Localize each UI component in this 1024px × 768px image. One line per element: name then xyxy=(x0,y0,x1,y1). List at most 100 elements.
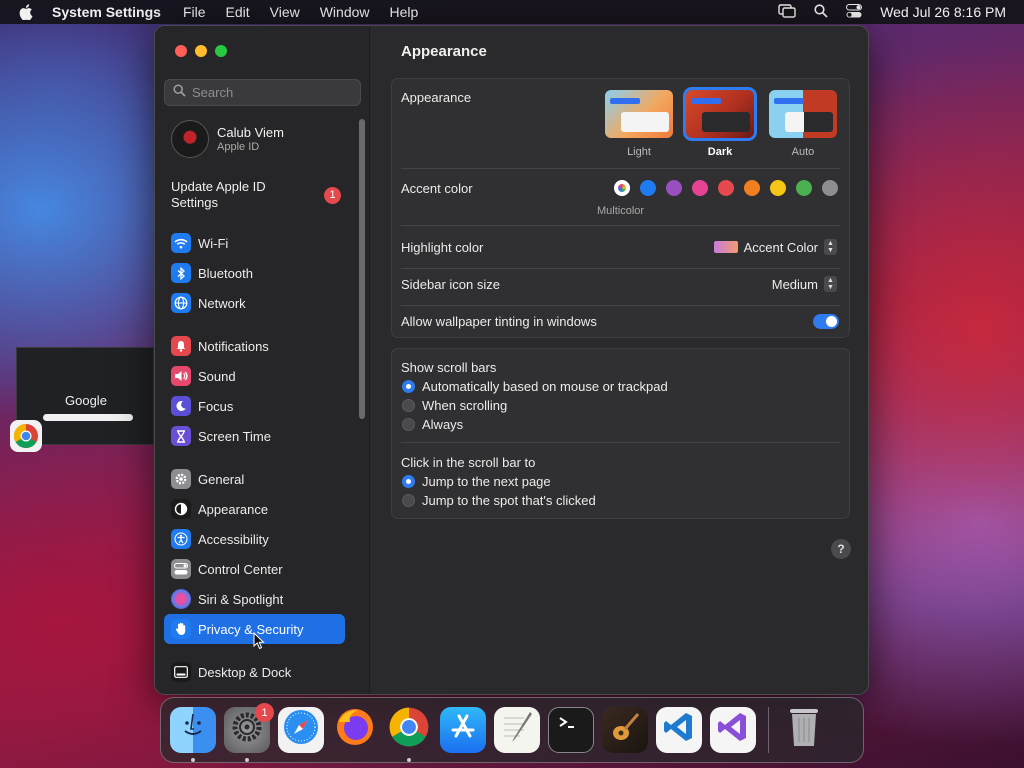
radio-scroll-automatic[interactable]: Automatically based on mouse or trackpad xyxy=(402,379,668,394)
sidebar-item-notifications[interactable]: Notifications xyxy=(164,331,345,361)
dock-app-visual-studio[interactable] xyxy=(710,707,756,753)
accent-orange-swatch[interactable] xyxy=(744,180,760,196)
accent-green-swatch[interactable] xyxy=(796,180,812,196)
highlight-color-popup[interactable]: Accent Color ▲ ▼ xyxy=(713,239,837,255)
search-icon xyxy=(173,83,186,102)
wifi-icon xyxy=(171,233,191,253)
radio-scroll-when-scrolling[interactable]: When scrolling xyxy=(402,398,507,413)
theme-light-label: Light xyxy=(627,146,651,158)
sidebar-item-general[interactable]: General xyxy=(164,464,345,494)
sidebar-icon-size-popup[interactable]: Medium ▲ ▼ xyxy=(772,276,837,292)
menu-edit[interactable]: Edit xyxy=(226,4,250,20)
chrome-icon xyxy=(388,706,430,754)
dock-app-safari[interactable] xyxy=(278,707,324,753)
menu-clock[interactable]: Wed Jul 26 8:16 PM xyxy=(880,4,1006,20)
apple-id-profile[interactable]: Calub Viem Apple ID xyxy=(171,120,284,158)
google-search-box xyxy=(43,414,133,421)
dock-app-finder[interactable] xyxy=(170,707,216,762)
sidebar-item-screen-time[interactable]: Screen Time xyxy=(164,421,345,451)
highlight-color-swatch xyxy=(713,241,738,253)
menu-help[interactable]: Help xyxy=(390,4,419,20)
dock-app-terminal[interactable] xyxy=(548,707,594,753)
radio-button[interactable] xyxy=(402,494,415,507)
divider xyxy=(401,442,840,443)
control-center-icon xyxy=(171,559,191,579)
menu-window[interactable]: Window xyxy=(320,4,370,20)
accent-purple-swatch[interactable] xyxy=(666,180,682,196)
minimize-button[interactable] xyxy=(195,45,207,57)
dock-app-system-settings[interactable]: 1 xyxy=(224,703,274,762)
content-pane: Appearance Appearance Light Dark Auto Ac… xyxy=(371,26,868,694)
accent-blue-swatch[interactable] xyxy=(640,180,656,196)
radio-jump-to-spot[interactable]: Jump to the spot that's clicked xyxy=(402,493,596,508)
spotlight-search-icon[interactable] xyxy=(814,3,828,21)
sidebar-item-sound[interactable]: Sound xyxy=(164,361,345,391)
sidebar-item-wifi[interactable]: Wi-Fi xyxy=(164,228,345,258)
theme-light-option[interactable]: Light xyxy=(605,90,673,158)
menu-view[interactable]: View xyxy=(270,4,300,20)
dock-separator xyxy=(768,707,769,753)
sidebar-scrollbar[interactable] xyxy=(359,119,365,419)
app-store-icon xyxy=(448,712,478,748)
menu-bar: System Settings File Edit View Window He… xyxy=(0,0,1024,24)
chrome-icon[interactable] xyxy=(10,420,42,452)
dock-app-trash[interactable] xyxy=(781,707,827,753)
dock-app-vscode[interactable] xyxy=(656,707,702,753)
sidebar-item-accessibility[interactable]: Accessibility xyxy=(164,524,345,554)
dock-app-chrome[interactable] xyxy=(386,706,432,762)
accent-red-swatch[interactable] xyxy=(718,180,734,196)
menu-app-name[interactable]: System Settings xyxy=(52,4,161,20)
radio-jump-next-page[interactable]: Jump to the next page xyxy=(402,474,551,489)
theme-auto-option[interactable]: Auto xyxy=(769,90,837,158)
accent-multicolor-swatch[interactable] xyxy=(614,180,630,196)
update-apple-id-item[interactable]: Update Apple ID Settings 1 xyxy=(171,179,341,211)
wallpaper-tinting-toggle[interactable] xyxy=(813,314,839,329)
dock-app-garageband[interactable] xyxy=(602,707,648,753)
accent-yellow-swatch[interactable] xyxy=(770,180,786,196)
gear-icon xyxy=(171,469,191,489)
close-button[interactable] xyxy=(175,45,187,57)
theme-dark-option[interactable]: Dark xyxy=(683,87,757,158)
sidebar-item-appearance[interactable]: Appearance xyxy=(164,494,345,524)
sidebar-item-desktop-dock[interactable]: Desktop & Dock xyxy=(164,657,345,687)
sidebar-item-control-center[interactable]: Control Center xyxy=(164,554,345,584)
zoom-button[interactable] xyxy=(215,45,227,57)
radio-label: Always xyxy=(422,417,464,432)
dark-theme-preview xyxy=(683,87,757,141)
sidebar-search[interactable] xyxy=(164,79,361,106)
sidebar-item-bluetooth[interactable]: Bluetooth xyxy=(164,258,345,288)
help-button[interactable]: ? xyxy=(831,539,851,559)
sidebar-item-network[interactable]: Network xyxy=(164,288,345,318)
visual-studio-icon xyxy=(716,710,750,750)
sidebar-item-focus[interactable]: Focus xyxy=(164,391,345,421)
dock-app-textedit[interactable] xyxy=(494,707,540,753)
radio-button[interactable] xyxy=(402,380,415,393)
sidebar-item-label: Screen Time xyxy=(198,428,271,444)
apple-menu-icon[interactable] xyxy=(0,4,52,20)
light-theme-preview xyxy=(605,90,673,138)
accessibility-icon xyxy=(171,529,191,549)
moon-icon xyxy=(171,396,191,416)
sidebar-item-siri-spotlight[interactable]: Siri & Spotlight xyxy=(164,584,345,614)
sidebar-item-label: Notifications xyxy=(198,338,269,354)
radio-button[interactable] xyxy=(402,418,415,431)
radio-button[interactable] xyxy=(402,399,415,412)
menu-file[interactable]: File xyxy=(183,4,206,20)
multicolor-caption: Multicolor xyxy=(597,205,645,217)
dock-app-app-store[interactable] xyxy=(440,707,486,753)
guitar-icon xyxy=(608,710,642,750)
accent-pink-swatch[interactable] xyxy=(692,180,708,196)
search-input[interactable] xyxy=(192,85,352,100)
sidebar-item-label: Desktop & Dock xyxy=(198,664,292,680)
dock-app-firefox[interactable] xyxy=(332,707,378,753)
dock-icon xyxy=(171,662,191,682)
radio-label: Jump to the next page xyxy=(422,474,551,489)
radio-button[interactable] xyxy=(402,475,415,488)
accent-graphite-swatch[interactable] xyxy=(822,180,838,196)
radio-scroll-always[interactable]: Always xyxy=(402,417,463,432)
control-center-icon[interactable] xyxy=(846,3,863,21)
appearance-label: Appearance xyxy=(401,90,472,105)
screen-mirroring-icon[interactable] xyxy=(778,3,796,21)
running-indicator xyxy=(191,758,195,762)
mouse-pointer-icon xyxy=(253,631,265,655)
